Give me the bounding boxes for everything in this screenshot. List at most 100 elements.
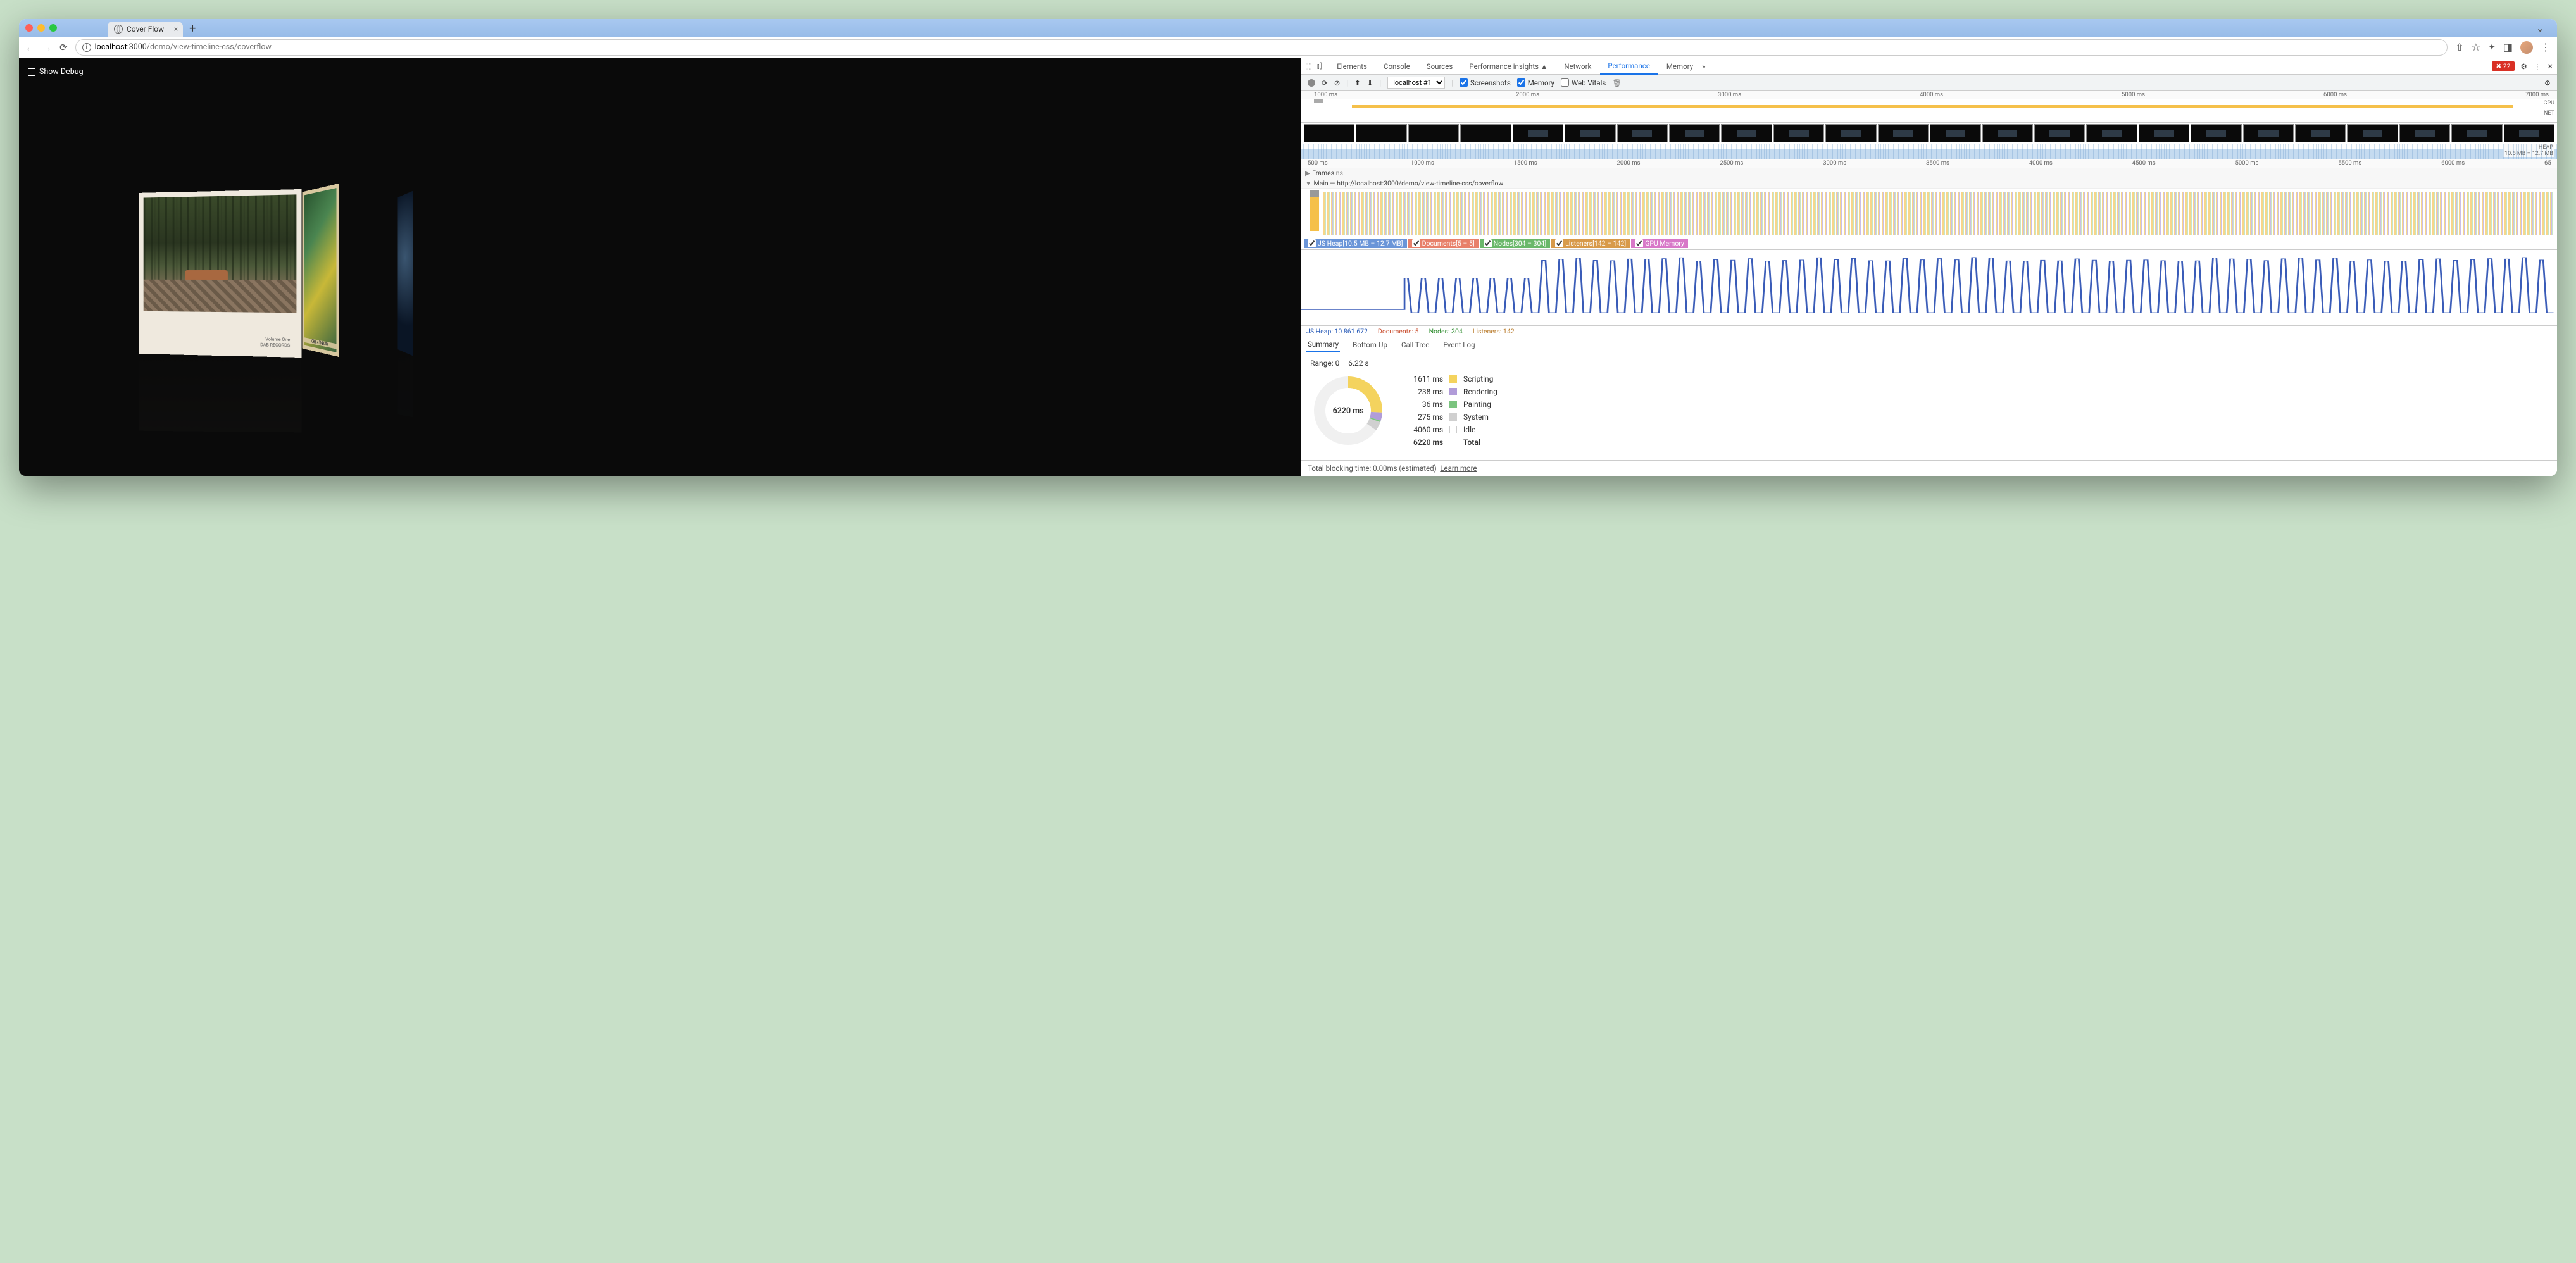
reflection-3 xyxy=(398,351,413,417)
memory-chart[interactable] xyxy=(1301,250,2557,326)
tab-performance[interactable]: Performance xyxy=(1600,58,1658,75)
profile-avatar[interactable] xyxy=(2520,41,2533,54)
tab-memory[interactable]: Memory xyxy=(1659,59,1701,74)
chip-listeners[interactable]: Listeners[142 – 142] xyxy=(1551,239,1630,248)
webvitals-checkbox[interactable]: Web Vitals xyxy=(1561,78,1606,87)
tab-event-log[interactable]: Event Log xyxy=(1442,338,1476,352)
album-caption: Volume One DAB RECORDS xyxy=(260,337,290,348)
tab-bottom-up[interactable]: Bottom-Up xyxy=(1351,338,1389,352)
more-tabs-icon[interactable]: » xyxy=(1702,62,1705,71)
show-debug-checkbox[interactable]: Show Debug xyxy=(28,67,1292,77)
overview-ruler: 1000 ms2000 ms3000 ms4000 ms5000 ms6000 … xyxy=(1301,91,2557,99)
chip-documents[interactable]: Documents[5 – 5] xyxy=(1408,239,1479,248)
record-button[interactable] xyxy=(1308,79,1315,87)
toolbar-icons: ⇧ ☆ ✦ ◨ ⋮ xyxy=(2455,41,2551,54)
tab-sources[interactable]: Sources xyxy=(1419,59,1461,74)
album-cover-3[interactable] xyxy=(398,191,413,356)
chip-nodes[interactable]: Nodes[304 – 304] xyxy=(1480,239,1550,248)
main-track[interactable]: ▼Main — http://localhost:3000/demo/view-… xyxy=(1301,178,2557,189)
donut-center-label: 6220 ms xyxy=(1310,373,1386,449)
summary-legend: 1611 msScripting238 msRendering36 msPain… xyxy=(1405,375,1497,447)
forward-button[interactable]: → xyxy=(42,42,52,53)
range-label: Range: 0 – 6.22 s xyxy=(1310,359,2548,368)
close-tab-button[interactable]: × xyxy=(174,25,178,34)
maximize-window-button[interactable] xyxy=(49,24,57,32)
close-window-button[interactable] xyxy=(25,24,33,32)
address-bar[interactable]: i localhost:3000/demo/view-timeline-css/… xyxy=(75,39,2448,56)
memory-checkbox[interactable]: Memory xyxy=(1517,78,1554,87)
reflection xyxy=(139,355,302,433)
performance-toolbar: ⟳ ⊘ | ⬆ ⬇ | localhost #1 | Screenshots M… xyxy=(1301,75,2557,91)
tab-console[interactable]: Console xyxy=(1376,59,1418,74)
screenshots-checkbox[interactable]: Screenshots xyxy=(1460,78,1511,87)
stat-nodes: Nodes: 304 xyxy=(1429,327,1463,335)
chip-gpu-memory[interactable]: GPU Memory xyxy=(1631,239,1688,248)
url-path: /demo/view-timeline-css/coverflow xyxy=(147,42,272,52)
album-cover-2[interactable]: OR & 4 THEORY xyxy=(303,184,339,357)
stat-js-heap: JS Heap: 10 861 672 xyxy=(1306,327,1368,335)
globe-icon xyxy=(114,25,123,34)
screenshot-filmstrip[interactable] xyxy=(1301,123,2557,144)
devtools-footer: Total blocking time: 0.00ms (estimated) … xyxy=(1301,460,2557,476)
content-area: Show Debug Volume One DAB RECORDS OR & 4… xyxy=(19,58,2557,476)
browser-tab[interactable]: Cover Flow × xyxy=(108,22,183,37)
album-2-side-text: OR & 4 THEORY xyxy=(304,337,337,349)
url-host: localhost xyxy=(95,42,127,52)
bookmark-icon[interactable]: ☆ xyxy=(2472,41,2480,53)
page-viewport: Show Debug Volume One DAB RECORDS OR & 4… xyxy=(19,58,1301,476)
tab-call-tree[interactable]: Call Tree xyxy=(1400,338,1430,352)
summary-donut: 6220 ms xyxy=(1310,373,1386,449)
stat-documents: Documents: 5 xyxy=(1378,327,1419,335)
browser-toolbar: ← → ⟳ i localhost:3000/demo/view-timelin… xyxy=(19,37,2557,58)
menu-icon[interactable]: ⋮ xyxy=(2541,41,2551,53)
titlebar: Cover Flow × + ⌄ xyxy=(19,19,2557,37)
flame-chart[interactable] xyxy=(1301,189,2557,237)
error-badge[interactable]: ✖ 22 xyxy=(2492,61,2514,71)
browser-window: Cover Flow × + ⌄ ← → ⟳ i localhost:3000/… xyxy=(19,19,2557,476)
profile-select[interactable]: localhost #1 xyxy=(1387,77,1445,89)
close-devtools-button[interactable]: ✕ xyxy=(2547,62,2553,71)
reload-button[interactable]: ⟳ xyxy=(59,42,68,53)
coverflow-viewport[interactable]: Volume One DAB RECORDS OR & 4 THEORY xyxy=(28,140,1292,412)
inspect-element-icon[interactable]: ⬚ xyxy=(1305,61,1312,71)
checkbox-icon xyxy=(28,68,35,76)
clear-button[interactable]: ⊘ xyxy=(1334,78,1341,87)
extensions-icon[interactable]: ✦ xyxy=(2488,42,2496,53)
cpu-band xyxy=(1301,99,2538,108)
share-icon[interactable]: ⇧ xyxy=(2455,41,2463,53)
upload-icon[interactable]: ⬆ xyxy=(1354,78,1361,87)
chevron-down-icon[interactable]: ⌄ xyxy=(2536,22,2544,34)
reload-record-button[interactable]: ⟳ xyxy=(1322,78,1328,87)
chip-js-heap[interactable]: JS Heap[10.5 MB – 12.7 MB] xyxy=(1304,239,1407,248)
show-debug-label: Show Debug xyxy=(39,67,84,77)
album-art xyxy=(144,194,297,313)
site-info-icon[interactable]: i xyxy=(82,43,91,52)
tab-elements[interactable]: Elements xyxy=(1329,59,1375,74)
gear-icon[interactable]: ⚙ xyxy=(2544,78,2551,87)
tab-summary[interactable]: Summary xyxy=(1306,337,1340,352)
overview-lane-labels: CPU NET xyxy=(2544,100,2554,116)
new-tab-button[interactable]: + xyxy=(189,22,196,35)
minimize-window-button[interactable] xyxy=(37,24,45,32)
album-cover-front[interactable]: Volume One DAB RECORDS xyxy=(139,189,302,358)
back-button[interactable]: ← xyxy=(25,42,35,53)
frames-track[interactable]: ▶Frames ns xyxy=(1301,168,2557,178)
heap-overview-label: HEAP 10.5 MB – 12.7 MB xyxy=(2503,144,2554,157)
traffic-lights xyxy=(25,24,57,32)
url-port: :3000 xyxy=(127,42,147,52)
download-icon[interactable]: ⬇ xyxy=(1367,78,1373,87)
detail-ruler[interactable]: 500 ms1000 ms1500 ms2000 ms2500 ms3000 m… xyxy=(1301,159,2557,168)
tab-network[interactable]: Network xyxy=(1556,59,1599,74)
panel-icon[interactable]: ◨ xyxy=(2503,41,2513,53)
heap-overview[interactable]: HEAP 10.5 MB – 12.7 MB xyxy=(1301,144,2557,159)
learn-more-link[interactable]: Learn more xyxy=(1440,464,1477,473)
memory-stats: JS Heap: 10 861 672 Documents: 5 Nodes: … xyxy=(1301,326,2557,337)
device-mode-icon[interactable]: ⫾⫿ xyxy=(1317,61,1322,71)
tab-performance-insights[interactable]: Performance insights ▲ xyxy=(1461,59,1555,74)
blocking-time-label: Total blocking time: 0.00ms (estimated) xyxy=(1308,464,1437,473)
more-icon[interactable]: ⋮ xyxy=(2534,62,2541,71)
trash-icon[interactable]: 🗑 xyxy=(1612,78,1622,87)
overview-panel[interactable]: 1000 ms2000 ms3000 ms4000 ms5000 ms6000 … xyxy=(1301,91,2557,123)
settings-icon[interactable]: ⚙ xyxy=(2521,62,2527,71)
stat-listeners: Listeners: 142 xyxy=(1473,327,1515,335)
